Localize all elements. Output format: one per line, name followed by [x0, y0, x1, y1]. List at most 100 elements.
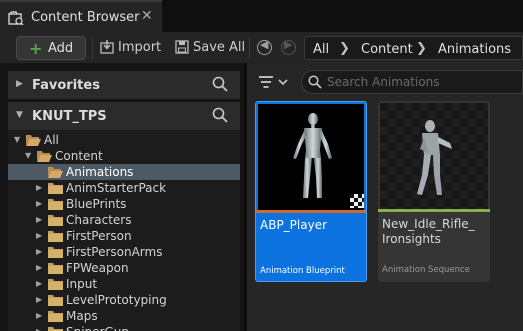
folder-icon — [48, 262, 63, 274]
asset-thumbnail — [258, 104, 364, 210]
chevron-right-icon[interactable]: ▶ — [36, 199, 42, 208]
breadcrumb-item-animations[interactable]: Animations — [438, 42, 511, 57]
plus-icon: + — [29, 39, 43, 58]
chevron-right-icon[interactable]: ▶ — [36, 295, 42, 304]
close-icon[interactable]: ✕ — [141, 8, 153, 24]
asset-name: New_Idle_Rifle_ Ironsights — [382, 217, 486, 247]
asset-name: ABP_Player — [260, 218, 328, 232]
asset-type: Animation Blueprint — [260, 266, 345, 276]
arrow-right-icon: ▶ — [284, 38, 293, 51]
tab-bar: Content Browser ✕ — [0, 0, 523, 32]
folder-open-icon — [48, 166, 63, 178]
asset-view: ABP_Player Animation Blueprint New_Idle_… — [247, 63, 523, 331]
breadcrumb-item-content[interactable]: Content — [361, 42, 413, 57]
tree-item-label: Content — [55, 149, 103, 163]
tree-item-label: LevelPrototyping — [66, 293, 167, 307]
tree-item-label: Input — [66, 277, 98, 291]
project-header[interactable]: ▼ KNUT_TPS — [8, 102, 240, 130]
search-icon[interactable] — [212, 76, 228, 92]
folder-icon — [48, 294, 63, 306]
sources-panel: ▶ Favorites ▼ KNUT_TPS ▼ All ▼ Content Anima… — [0, 63, 247, 331]
save-all-button[interactable]: Save All — [193, 40, 245, 55]
breadcrumb-item-all[interactable]: All — [313, 42, 329, 57]
chevron-right-icon[interactable]: ▶ — [36, 327, 42, 331]
chevron-down-icon: ▼ — [16, 110, 23, 120]
tree-item-label: BluePrints — [66, 197, 127, 211]
content-browser-icon — [8, 11, 24, 25]
tree-item-label: Characters — [66, 213, 132, 227]
folder-tree: ▼ All ▼ Content Animations ▶ AnimStarterPack ▶ B… — [8, 130, 240, 331]
tree-item-label: SniperGun — [66, 325, 129, 331]
arrow-left-icon: ◀ — [260, 38, 269, 51]
favorites-header[interactable]: ▶ Favorites — [8, 71, 240, 99]
folder-icon — [48, 198, 63, 210]
tree-item[interactable]: ▶ Characters — [8, 212, 240, 228]
tree-item[interactable]: Animations — [8, 164, 240, 180]
chevron-right-icon[interactable]: ▶ — [36, 215, 42, 224]
chevron-right-icon: ❯ — [339, 41, 350, 56]
folder-icon — [48, 214, 63, 226]
asset-type: Animation Sequence — [382, 265, 470, 275]
chevron-right-icon[interactable]: ▶ — [36, 247, 42, 256]
tree-item-label: FPWeapon — [66, 261, 129, 275]
chevron-right-icon[interactable]: ▶ — [36, 263, 42, 272]
asset-type-stripe — [378, 209, 490, 212]
folder-open-icon — [26, 134, 41, 146]
toolbar-divider — [92, 38, 93, 58]
add-label: Add — [48, 41, 74, 56]
tree-item[interactable]: ▶ Maps — [8, 308, 240, 324]
chevron-right-icon: ▶ — [16, 79, 23, 89]
folder-open-icon — [37, 150, 52, 162]
tree-item[interactable]: ▼ All — [8, 132, 240, 148]
chevron-right-icon[interactable]: ▶ — [36, 183, 42, 192]
filter-icon[interactable] — [257, 74, 291, 90]
tree-item-label: FirstPersonArms — [66, 245, 163, 259]
search-box — [301, 70, 523, 94]
import-button[interactable]: Import — [118, 40, 161, 55]
chevron-right-icon[interactable]: ▶ — [36, 311, 42, 320]
search-input[interactable] — [327, 74, 517, 90]
tree-item[interactable]: ▶ FPWeapon — [8, 260, 240, 276]
asset-tile-idle-rifle[interactable]: New_Idle_Rifle_ Ironsights Animation Seq… — [378, 101, 490, 282]
tree-item-label: Maps — [66, 309, 98, 323]
tree-item[interactable]: ▶ FirstPerson — [8, 228, 240, 244]
tree-item[interactable]: ▶ BluePrints — [8, 196, 240, 212]
toolbar: + Add Import Save All ◀ ▶ All ❯ Content … — [0, 32, 523, 63]
asset-tile-abp-player[interactable]: ABP_Player Animation Blueprint — [255, 101, 367, 282]
tab-title: Content Browser — [31, 10, 140, 25]
asset-name-text: New_Idle_Rifle_ Ironsights — [382, 217, 475, 246]
tab-content-browser[interactable]: Content Browser ✕ — [0, 0, 162, 32]
tree-item[interactable]: ▶ FirstPersonArms — [8, 244, 240, 260]
folder-icon — [48, 230, 63, 242]
favorites-label: Favorites — [32, 78, 100, 93]
search-icon[interactable] — [212, 107, 228, 123]
chevron-right-icon[interactable]: ▶ — [36, 231, 42, 240]
chevron-down-icon[interactable]: ▼ — [14, 135, 20, 144]
add-button[interactable]: + Add — [16, 36, 86, 60]
breadcrumb: All ❯ Content ❯ Animations — [304, 36, 523, 60]
asset-thumbnail — [380, 103, 488, 209]
folder-icon — [48, 246, 63, 258]
folder-icon — [48, 278, 63, 290]
folder-icon — [48, 326, 63, 331]
tree-item-label: All — [44, 133, 59, 147]
project-label: KNUT_TPS — [32, 109, 107, 124]
tree-item[interactable]: ▶ Input — [8, 276, 240, 292]
import-icon — [100, 40, 114, 54]
mannequin-icon — [293, 113, 332, 198]
toolbar-divider — [249, 38, 250, 58]
tree-item-label: FirstPerson — [66, 229, 132, 243]
tree-item-label: AnimStarterPack — [66, 181, 167, 195]
tree-item[interactable]: ▶ SniperGun — [8, 324, 240, 331]
tree-item[interactable]: ▶ AnimStarterPack — [8, 180, 240, 196]
back-button[interactable]: ◀ — [257, 38, 272, 55]
chevron-right-icon[interactable]: ▶ — [36, 279, 42, 288]
mannequin-icon — [417, 120, 452, 195]
forward-button[interactable]: ▶ — [281, 38, 296, 55]
tree-item[interactable]: ▼ Content — [8, 148, 240, 164]
tree-item[interactable]: ▶ LevelPrototyping — [8, 292, 240, 308]
folder-icon — [48, 182, 63, 194]
tree-item-label: Animations — [66, 165, 134, 179]
chevron-down-icon[interactable]: ▼ — [25, 151, 31, 160]
blueprint-badge-icon — [350, 194, 364, 208]
